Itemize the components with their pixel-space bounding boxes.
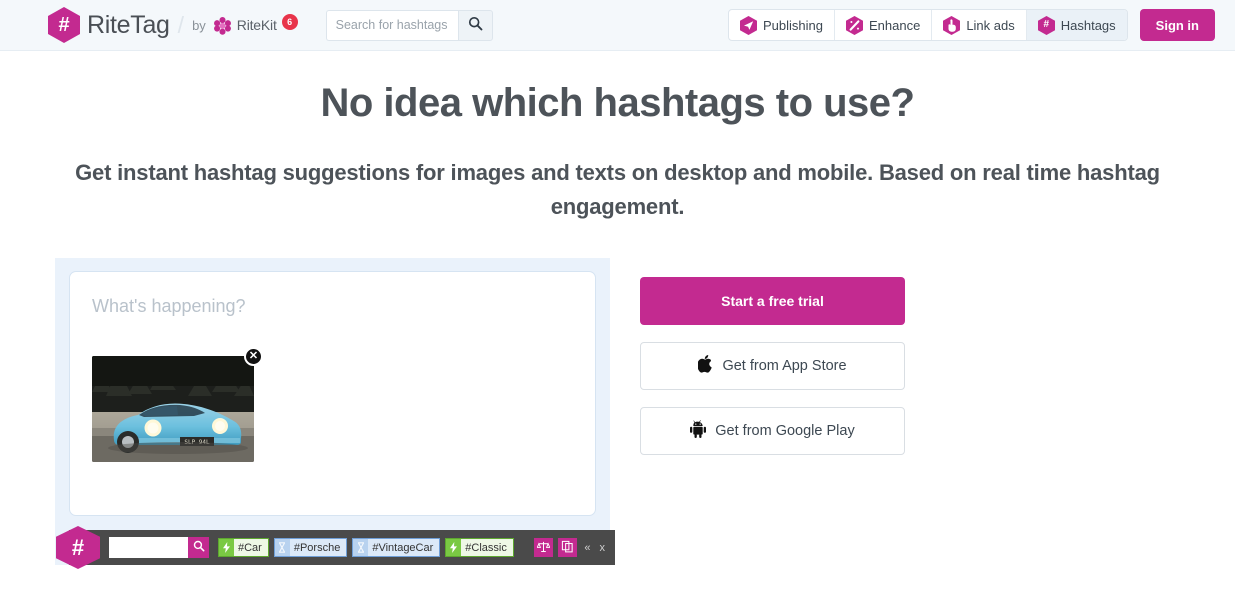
search-input[interactable] xyxy=(325,9,458,41)
scales-compare-icon xyxy=(536,540,551,556)
toolbar-search-input[interactable] xyxy=(109,537,188,559)
hourglass-icon xyxy=(274,539,290,557)
page-title: No idea which hashtags to use? xyxy=(320,81,915,125)
copy-pages-icon xyxy=(561,540,574,556)
hash-icon: # xyxy=(1037,15,1055,35)
hash-glyph: # xyxy=(1043,19,1050,30)
main-content: What's happening? SLP 94L ✕ # #Car #Pors… xyxy=(0,258,1235,570)
google-play-label: Get from Google Play xyxy=(715,423,855,440)
copy-hashtags-button[interactable] xyxy=(558,538,578,558)
cta-column: Start a free trial Get from App Store Ge… xyxy=(640,258,905,456)
brand-separator: / xyxy=(177,11,185,38)
start-free-trial-button[interactable]: Start a free trial xyxy=(640,277,905,326)
ritekit-flower-icon xyxy=(213,16,232,35)
search-icon xyxy=(468,16,483,34)
parent-brand-name: RiteKit xyxy=(236,17,277,33)
app-store-button[interactable]: Get from App Store xyxy=(640,342,905,391)
android-icon xyxy=(690,420,707,442)
nav-item-hashtags[interactable]: # Hashtags xyxy=(1026,10,1127,40)
hashtag-suggestion[interactable]: #VintageCar xyxy=(352,538,441,558)
header-search[interactable] xyxy=(325,9,493,41)
nav-label: Link ads xyxy=(966,17,1015,33)
brand[interactable]: # RiteTag / by RiteKit 6 xyxy=(48,7,298,43)
nav-label: Hashtags xyxy=(1060,17,1116,33)
paper-plane-icon xyxy=(739,15,757,35)
hashtag-suggestion[interactable]: #Classic xyxy=(445,538,514,558)
sign-in-button[interactable]: Sign in xyxy=(1139,9,1215,41)
page-subtitle: Get instant hashtag suggestions for imag… xyxy=(75,160,1160,220)
brand-by-label: by xyxy=(192,17,206,33)
primary-nav: Publishing Enhance Link ads # Hashtags xyxy=(727,9,1128,41)
pointing-hand-icon xyxy=(943,15,961,35)
hero-section: No idea which hashtags to use? Get insta… xyxy=(0,51,1235,224)
post-composer[interactable]: What's happening? SLP 94L ✕ xyxy=(69,271,596,517)
toolbar-search-button[interactable] xyxy=(188,537,209,559)
brand-name: RiteTag xyxy=(87,10,170,39)
hash-glyph: # xyxy=(58,14,70,36)
nav-item-publishing[interactable]: Publishing xyxy=(729,10,835,40)
compare-hashtags-button[interactable] xyxy=(534,538,554,558)
search-icon xyxy=(193,540,205,555)
hashtag-label: #VintageCar xyxy=(368,539,440,557)
toolbar-actions: « x xyxy=(534,538,615,558)
attached-image: SLP 94L xyxy=(92,356,254,463)
nav-item-enhance[interactable]: Enhance xyxy=(835,10,933,40)
nav-label: Enhance xyxy=(868,17,921,33)
magic-wand-icon xyxy=(845,15,863,35)
hashtag-label: #Porsche xyxy=(289,539,347,557)
google-play-button[interactable]: Get from Google Play xyxy=(640,407,905,456)
hashtag-toolbar: # #Car #Porsche #VintageCar #Classic « x xyxy=(56,526,615,570)
hash-hexagon-icon[interactable]: # xyxy=(56,526,100,570)
toolbar-search[interactable] xyxy=(109,537,209,559)
hashtag-suggestion[interactable]: #Car xyxy=(218,538,269,558)
app-store-label: Get from App Store xyxy=(722,358,847,375)
hash-glyph: # xyxy=(71,534,85,560)
attachment-preview: SLP 94L ✕ xyxy=(92,347,263,463)
hash-hexagon-icon: # xyxy=(48,7,80,43)
close-circle-icon[interactable]: ✕ xyxy=(244,347,263,367)
hashtag-label: #Classic xyxy=(461,539,513,557)
nav-label: Publishing xyxy=(762,17,823,33)
search-button[interactable] xyxy=(457,9,493,41)
close-toolbar-button[interactable]: x xyxy=(598,542,608,554)
hourglass-icon xyxy=(353,539,369,557)
site-header: # RiteTag / by RiteKit 6 Search for hash… xyxy=(0,0,1235,51)
notification-badge[interactable]: 6 xyxy=(281,14,298,30)
hashtag-label: #Car xyxy=(234,539,268,557)
nav-item-link-ads[interactable]: Link ads xyxy=(932,10,1027,40)
lightning-bolt-icon xyxy=(446,539,462,557)
hashtag-suggestion[interactable]: #Porsche xyxy=(273,538,348,558)
composer-placeholder: What's happening? xyxy=(92,296,246,317)
apple-icon xyxy=(697,355,713,377)
composer-panel: What's happening? SLP 94L ✕ # #Car #Pors… xyxy=(55,258,615,570)
lightning-bolt-icon xyxy=(219,539,234,557)
collapse-toolbar-button[interactable]: « xyxy=(582,542,592,554)
